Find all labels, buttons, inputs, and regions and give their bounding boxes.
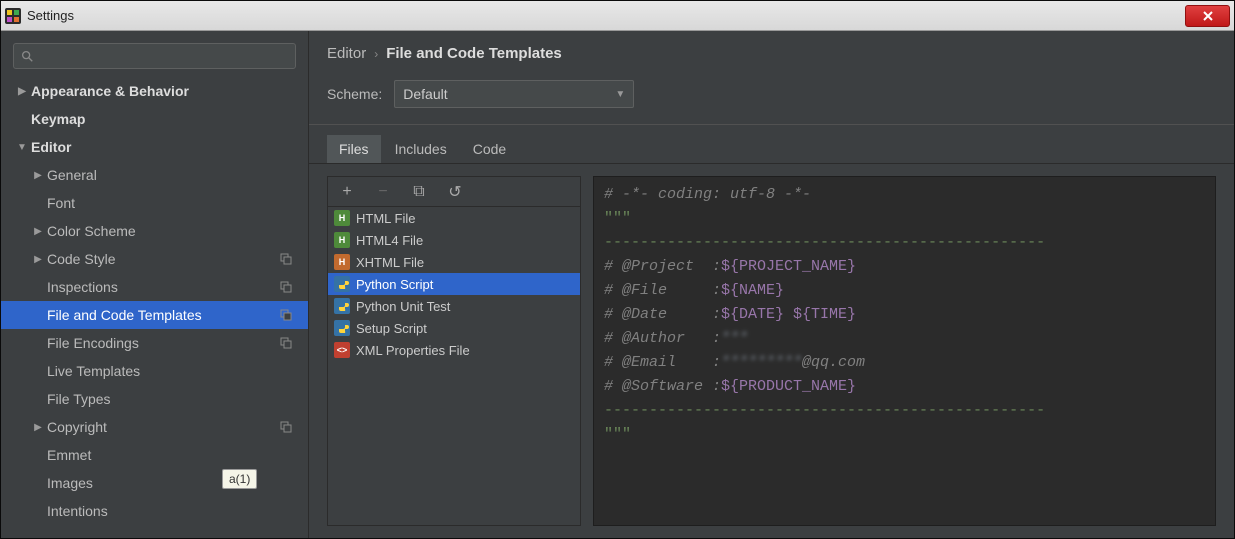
xhtml-file-icon: H: [334, 254, 350, 270]
copy-button[interactable]: ⧉: [410, 183, 428, 201]
chevron-right-icon: ▶: [29, 226, 47, 237]
scheme-row: Scheme: Default ▼: [309, 72, 1234, 125]
sidebar-item-label: Color Scheme: [47, 223, 136, 239]
remove-button[interactable]: −: [374, 183, 392, 201]
sidebar-item-label: Keymap: [31, 111, 85, 127]
sidebar-item[interactable]: Emmet: [1, 441, 308, 469]
sidebar-item-label: Font: [47, 195, 75, 211]
sidebar-item-label: Editor: [31, 139, 71, 155]
sidebar-item-label: Appearance & Behavior: [31, 83, 189, 99]
py-file-icon: [334, 298, 350, 314]
sidebar-item[interactable]: File and Code Templates: [1, 301, 308, 329]
sidebar-item[interactable]: Images: [1, 469, 308, 497]
sidebar-item-label: General: [47, 167, 97, 183]
scope-icon: [278, 307, 294, 323]
scheme-value: Default: [403, 86, 447, 102]
titlebar: Settings: [1, 1, 1234, 31]
template-item-label: Setup Script: [356, 321, 427, 336]
tooltip-hint: a(1): [222, 469, 257, 489]
revert-button[interactable]: ↺: [446, 182, 464, 202]
template-item-label: Python Unit Test: [356, 299, 450, 314]
sidebar-item-label: File Types: [47, 391, 111, 407]
chevron-down-icon: ▼: [615, 89, 625, 100]
sidebar-item[interactable]: ▶Copyright: [1, 413, 308, 441]
tabs: FilesIncludesCode: [309, 125, 1234, 164]
sidebar-item[interactable]: Inspections: [1, 273, 308, 301]
sidebar-item[interactable]: ▶Appearance & Behavior: [1, 77, 308, 105]
tab-includes[interactable]: Includes: [383, 135, 459, 163]
content: + − ⧉ ↺ H HTML File H HTML4 File H XHTML File…: [309, 164, 1234, 538]
window-title: Settings: [27, 8, 1185, 23]
scope-icon: [278, 251, 294, 267]
scope-icon: [278, 335, 294, 351]
chevron-right-icon: ▶: [29, 170, 47, 181]
template-item[interactable]: H HTML4 File: [328, 229, 580, 251]
sidebar-item-label: Live Templates: [47, 363, 140, 379]
tab-code[interactable]: Code: [461, 135, 518, 163]
breadcrumb-current: File and Code Templates: [386, 45, 562, 62]
template-item-label: HTML File: [356, 211, 415, 226]
sidebar-item[interactable]: Keymap: [1, 105, 308, 133]
template-item-label: HTML4 File: [356, 233, 423, 248]
chevron-right-icon: ›: [374, 47, 378, 61]
sidebar-item-label: Copyright: [47, 419, 107, 435]
sidebar-item-label: Intentions: [47, 503, 108, 519]
template-item[interactable]: Python Script: [328, 273, 580, 295]
template-panel: + − ⧉ ↺ H HTML File H HTML4 File H XHTML File…: [327, 176, 581, 526]
html-file-icon: H: [334, 210, 350, 226]
template-item-label: XML Properties File: [356, 343, 470, 358]
sidebar-item[interactable]: Live Templates: [1, 357, 308, 385]
chevron-right-icon: ▶: [29, 422, 47, 433]
template-item[interactable]: H HTML File: [328, 207, 580, 229]
xml-file-icon: <>: [334, 342, 350, 358]
breadcrumb-root[interactable]: Editor: [327, 45, 366, 62]
template-toolbar: + − ⧉ ↺: [328, 177, 580, 207]
sidebar-item[interactable]: Intentions: [1, 497, 308, 525]
sidebar-item-label: Inspections: [47, 279, 118, 295]
sidebar-item-label: File Encodings: [47, 335, 139, 351]
add-button[interactable]: +: [338, 183, 356, 201]
sidebar-item[interactable]: ▼Editor: [1, 133, 308, 161]
main-panel: Editor › File and Code Templates Scheme:…: [309, 31, 1234, 538]
code-editor[interactable]: # -*- coding: utf-8 -*- """ ------------…: [593, 176, 1216, 526]
settings-window: Settings ▶Appearance & BehaviorKeymap▼Ed…: [0, 0, 1235, 539]
sidebar-item[interactable]: File Encodings: [1, 329, 308, 357]
scope-icon: [278, 419, 294, 435]
chevron-down-icon: ▼: [13, 142, 31, 153]
template-item-label: XHTML File: [356, 255, 424, 270]
body: ▶Appearance & BehaviorKeymap▼Editor▶Gene…: [1, 31, 1234, 538]
sidebar-item-label: Code Style: [47, 251, 115, 267]
search-input[interactable]: [13, 43, 296, 69]
breadcrumb: Editor › File and Code Templates: [309, 31, 1234, 72]
html-file-icon: H: [334, 232, 350, 248]
sidebar-item-label: Images: [47, 475, 93, 491]
sidebar-item-label: Emmet: [47, 447, 91, 463]
template-item[interactable]: <> XML Properties File: [328, 339, 580, 361]
sidebar-item[interactable]: File Types: [1, 385, 308, 413]
chevron-right-icon: ▶: [13, 86, 31, 97]
template-item[interactable]: Python Unit Test: [328, 295, 580, 317]
close-button[interactable]: [1185, 5, 1230, 27]
scope-icon: [278, 279, 294, 295]
py-file-icon: [334, 320, 350, 336]
chevron-right-icon: ▶: [29, 254, 47, 265]
scheme-select[interactable]: Default ▼: [394, 80, 634, 108]
py-file-icon: [334, 276, 350, 292]
sidebar: ▶Appearance & BehaviorKeymap▼Editor▶Gene…: [1, 31, 309, 538]
sidebar-item[interactable]: ▶Color Scheme: [1, 217, 308, 245]
tab-files[interactable]: Files: [327, 135, 381, 163]
template-item[interactable]: Setup Script: [328, 317, 580, 339]
settings-tree: ▶Appearance & BehaviorKeymap▼Editor▶Gene…: [1, 77, 308, 525]
template-item-label: Python Script: [356, 277, 433, 292]
sidebar-item[interactable]: ▶Code Style: [1, 245, 308, 273]
sidebar-item[interactable]: Font: [1, 189, 308, 217]
app-icon: [5, 8, 21, 24]
sidebar-item-label: File and Code Templates: [47, 307, 202, 323]
template-list: H HTML File H HTML4 File H XHTML File Python S…: [328, 207, 580, 361]
sidebar-item[interactable]: ▶General: [1, 161, 308, 189]
template-item[interactable]: H XHTML File: [328, 251, 580, 273]
scheme-label: Scheme:: [327, 86, 382, 102]
